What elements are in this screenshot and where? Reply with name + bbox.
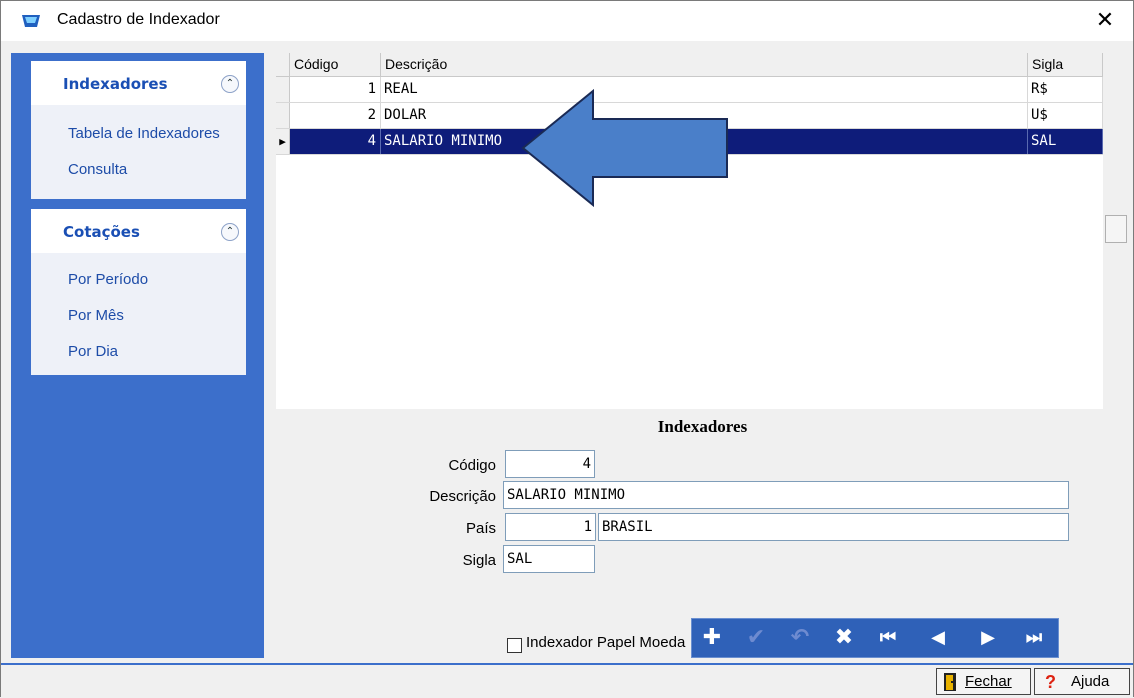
grid-header: Código Descrição Sigla	[276, 53, 1103, 77]
column-header-codigo[interactable]: Código	[290, 53, 381, 76]
last-record-icon[interactable]: ⏭	[1018, 623, 1050, 653]
title-bar: Cadastro de Indexador ✕	[1, 1, 1133, 41]
confirm-icon[interactable]: ✔	[740, 623, 772, 653]
papel-moeda-checkbox[interactable]	[507, 638, 522, 653]
cell-sigla: R$	[1028, 77, 1103, 102]
row-indicator	[276, 103, 290, 128]
collapse-icon[interactable]: ⌃	[221, 75, 239, 93]
app-icon	[22, 15, 40, 27]
help-icon: ?	[1045, 672, 1056, 692]
previous-record-icon[interactable]: ◀	[922, 623, 954, 653]
panel-header[interactable]: Cotações ⌃	[31, 209, 246, 253]
panel-title: Cotações	[63, 223, 140, 241]
window-title: Cadastro de Indexador	[57, 11, 220, 28]
main-window: Cadastro de Indexador ✕ Indexadores ⌃ Ta…	[0, 0, 1134, 698]
panel-indexadores: Indexadores ⌃ Tabela de Indexadores Cons…	[31, 61, 246, 199]
sigla-label: Sigla	[462, 552, 496, 569]
pais-label: País	[465, 520, 496, 537]
fechar-button[interactable]: Fechar	[936, 668, 1031, 695]
first-record-icon[interactable]: ⏮	[872, 623, 904, 653]
fechar-label: Fechar	[965, 673, 1012, 690]
column-header-descricao[interactable]: Descrição	[381, 53, 1028, 76]
cell-sigla: U$	[1028, 103, 1103, 128]
codigo-label: Código	[448, 457, 496, 474]
scrollbar-thumb[interactable]	[1105, 215, 1127, 243]
close-icon[interactable]: ✕	[1085, 5, 1125, 37]
exit-door-icon	[944, 673, 956, 691]
cell-codigo: 2	[290, 103, 381, 128]
cell-sigla: SAL	[1028, 129, 1103, 154]
panel-header[interactable]: Indexadores ⌃	[31, 61, 246, 105]
pais-name-field[interactable]: BRASIL	[598, 513, 1069, 541]
row-indicator	[276, 77, 290, 102]
descricao-field[interactable]: SALARIO MINIMO	[503, 481, 1069, 509]
add-icon[interactable]: ✚	[696, 623, 728, 653]
sidebar: Indexadores ⌃ Tabela de Indexadores Cons…	[11, 53, 264, 658]
papel-moeda-label[interactable]: Indexador Papel Moeda	[526, 634, 685, 651]
indicator-header	[276, 53, 290, 76]
collapse-icon[interactable]: ⌃	[221, 223, 239, 241]
cell-codigo: 1	[290, 77, 381, 102]
delete-icon[interactable]: ✖	[828, 623, 860, 653]
link-por-mes[interactable]: Por Mês	[68, 307, 124, 324]
panel-title: Indexadores	[63, 75, 168, 93]
ajuda-button[interactable]: ? Ajuda	[1034, 668, 1130, 695]
column-header-sigla[interactable]: Sigla	[1028, 53, 1103, 76]
ajuda-label: Ajuda	[1071, 673, 1110, 690]
record-navigator: ✚ ✔ ↶ ✖ ⏮ ◀ ▶ ⏭	[691, 618, 1059, 658]
undo-icon[interactable]: ↶	[784, 623, 816, 653]
vertical-scrollbar[interactable]	[1103, 53, 1129, 409]
cell-codigo: 4	[290, 129, 381, 154]
descricao-label: Descrição	[429, 488, 496, 505]
form-title: Indexadores	[657, 417, 748, 436]
pais-code-field[interactable]: 1	[505, 513, 596, 541]
client-area: Indexadores ⌃ Tabela de Indexadores Cons…	[11, 49, 1129, 661]
next-record-icon[interactable]: ▶	[972, 623, 1004, 653]
link-consulta[interactable]: Consulta	[68, 161, 127, 178]
link-tabela-indexadores[interactable]: Tabela de Indexadores	[68, 125, 220, 142]
codigo-field[interactable]: 4	[505, 450, 595, 478]
annotation-arrow-icon	[521, 89, 728, 207]
link-por-dia[interactable]: Por Dia	[68, 343, 118, 360]
status-bar: Fechar ? Ajuda	[1, 663, 1133, 698]
panel-cotacoes: Cotações ⌃ Por Período Por Mês Por Dia	[31, 209, 246, 375]
link-por-periodo[interactable]: Por Período	[68, 271, 148, 288]
row-indicator-icon: ▶	[276, 129, 290, 154]
sigla-field[interactable]: SAL	[503, 545, 595, 573]
